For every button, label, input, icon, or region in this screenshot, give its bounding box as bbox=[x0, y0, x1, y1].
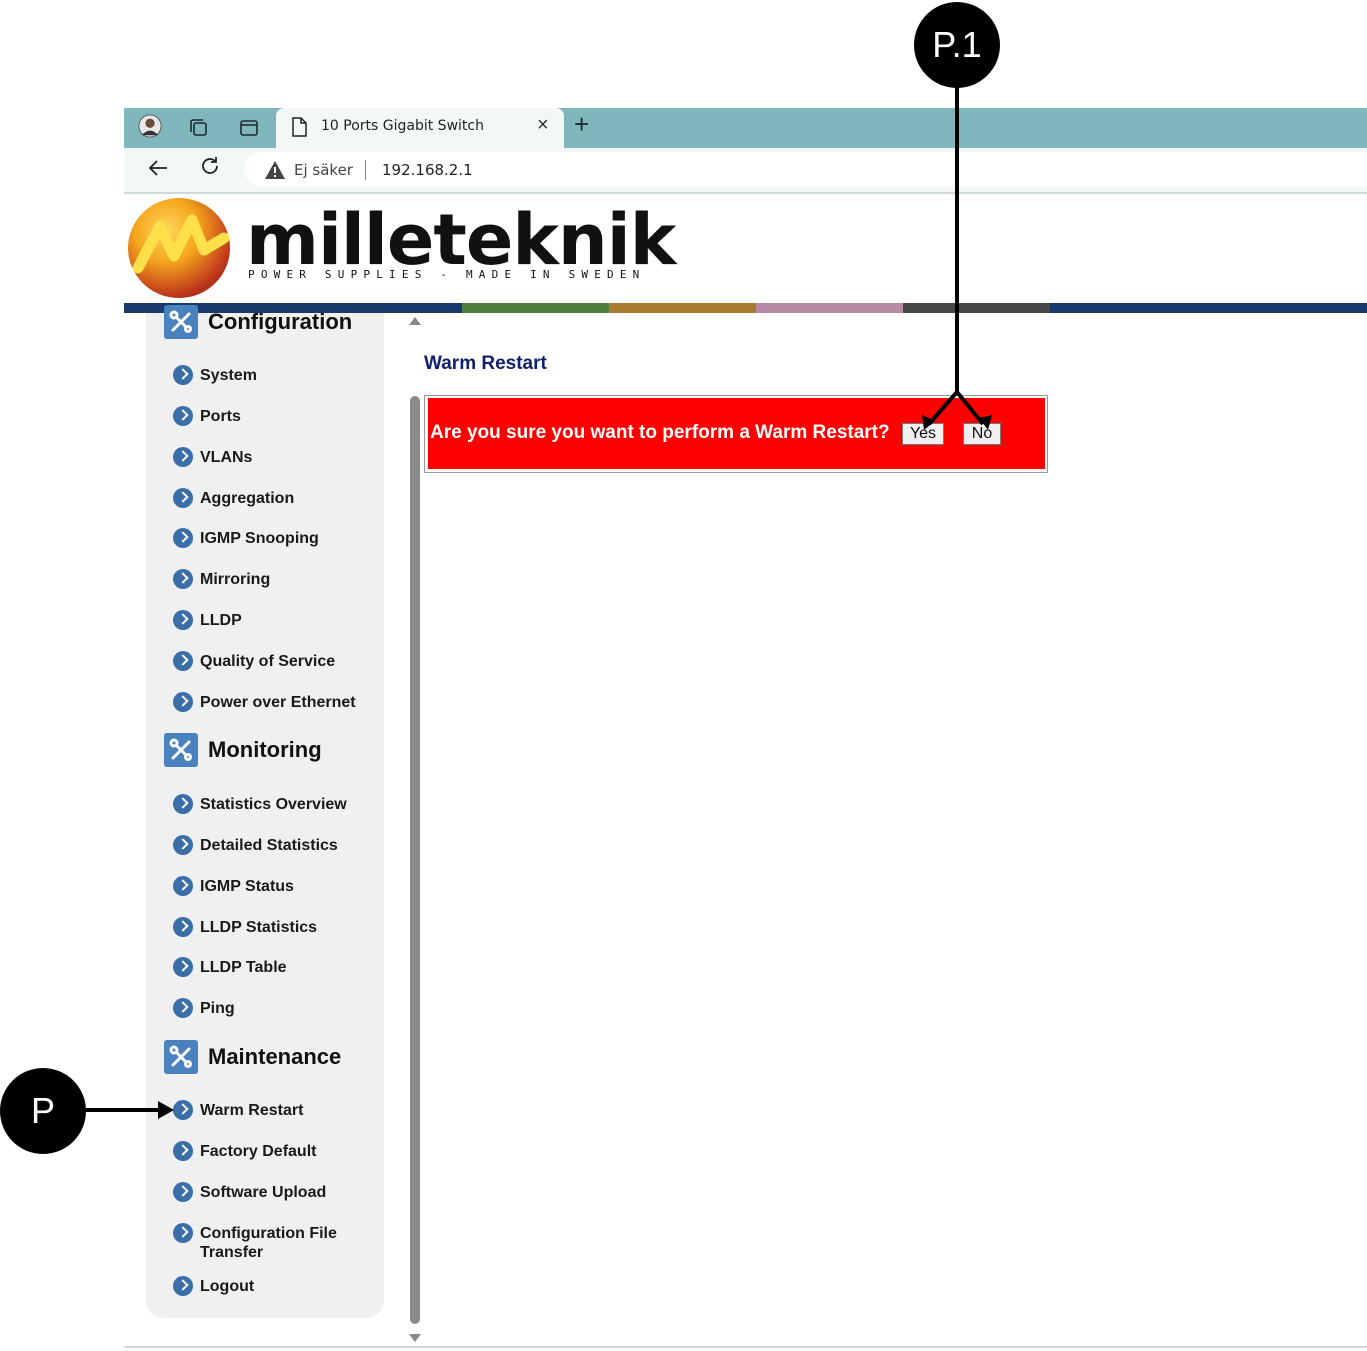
callout-p: P bbox=[0, 1068, 86, 1154]
p1-arrow-right bbox=[955, 390, 985, 426]
callout-p1: P.1 bbox=[914, 2, 1000, 88]
annotation-arrows bbox=[84, 80, 992, 1119]
p1-arrow-left bbox=[927, 390, 959, 426]
